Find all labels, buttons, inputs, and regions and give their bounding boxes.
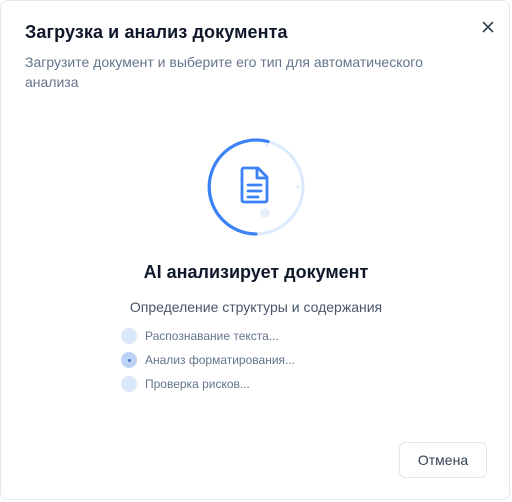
step-text-recognition: Распознавание текста... — [121, 328, 295, 344]
step-label: Распознавание текста... — [145, 329, 279, 343]
analysis-heading: AI анализирует документ — [143, 262, 369, 282]
analysis-steps: Распознавание текста... Анализ форматиро… — [121, 328, 295, 400]
dialog-title: Загрузка и анализ документа — [25, 22, 288, 42]
step-status-icon — [121, 328, 137, 344]
step-label: Проверка рисков... — [145, 377, 250, 391]
analysis-stage: Определение структуры и содержания — [129, 299, 383, 315]
spinner-dot-bottom — [260, 208, 270, 218]
dialog-subtitle: Загрузите документ и выберите его тип дл… — [25, 54, 423, 90]
progress-spinner — [207, 138, 305, 236]
document-icon — [240, 166, 269, 204]
close-button[interactable] — [478, 17, 498, 37]
upload-analysis-dialog: Загрузка и анализ документа Загрузите до… — [0, 0, 510, 500]
spinner-dot-right — [296, 185, 300, 189]
step-active-icon — [121, 352, 137, 368]
spinner-dot-top — [265, 143, 269, 147]
step-label: Анализ форматирования... — [145, 353, 296, 367]
close-icon — [482, 21, 494, 33]
spinner-arc — [207, 138, 270, 236]
step-formatting-analysis: Анализ форматирования... — [121, 352, 295, 368]
cancel-button[interactable]: Отмена — [399, 442, 487, 478]
step-risk-check: Проверка рисков... — [121, 376, 295, 392]
step-status-icon — [121, 376, 137, 392]
